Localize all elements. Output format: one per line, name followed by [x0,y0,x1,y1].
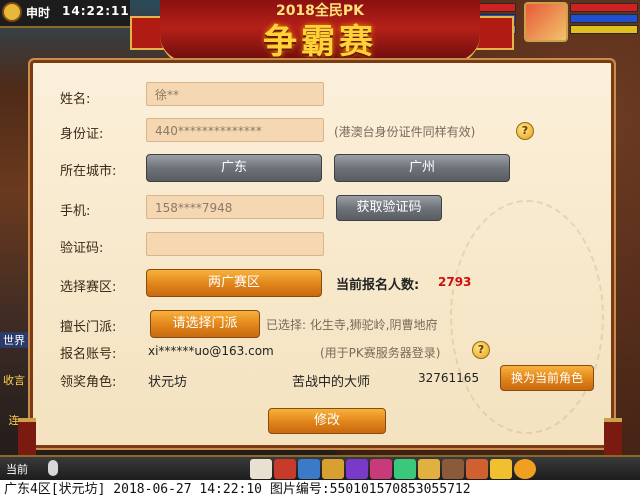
screenshot-caption: 广东4区[状元坊] 2018-06-27 14:22:10 图片编号:55010… [0,480,640,500]
item-slot-icon[interactable] [442,459,464,479]
code-label: 验证码: [60,241,104,256]
item-slot-icon[interactable] [490,459,512,479]
id-field[interactable]: 440************** [146,118,324,142]
item-slot-icon[interactable] [346,459,368,479]
name-label: 姓名: [60,92,91,107]
item-slot-icon[interactable] [466,459,488,479]
item-slot-icon[interactable] [418,459,440,479]
sun-icon [4,4,20,20]
game-clock: 申时 14:22:11 [0,0,130,28]
city-label: 所在城市: [60,164,117,179]
modify-button[interactable]: 修改 [268,408,386,434]
help-icon[interactable]: ? [472,341,490,359]
phone-field[interactable]: 158****7948 [146,195,324,219]
channel-world-tab[interactable]: 世界 [0,332,28,348]
count-label: 当前报名人数: [336,278,420,293]
dragon-decoration [450,200,604,434]
banner-title: 争霸赛 [263,22,377,62]
event-banner: 2018全民PK 争霸赛 [160,0,480,65]
item-slot-icon[interactable] [274,459,296,479]
player-portrait-icon[interactable] [524,2,568,42]
clock-time: 14:22:11 [62,4,130,18]
side-collect-text: 收言 [3,374,25,387]
province-select[interactable]: 广东 [146,154,322,182]
item-slot-icon[interactable] [322,459,344,479]
id-note: (港澳台身份证件同样有效) [334,125,476,139]
item-slot-icon[interactable] [370,459,392,479]
school-selected: 已选择: 化生寺,狮驼岭,阴曹地府 [266,318,438,332]
item-slot-icon[interactable] [250,459,272,479]
item-slot-icon[interactable] [394,459,416,479]
zone-select[interactable]: 两广赛区 [146,269,322,297]
role-name: 状元坊 [148,375,188,390]
get-code-button[interactable]: 获取验证码 [336,195,442,221]
emote-icon[interactable] [514,459,536,479]
school-label: 擅长门派: [60,320,117,335]
clock-period: 申时 [26,6,51,20]
account-label: 报名账号: [60,347,117,362]
mic-icon[interactable] [48,460,58,476]
channel-current-tab[interactable]: 当前 [6,461,28,477]
help-icon[interactable]: ? [516,122,534,140]
zone-label: 选择赛区: [60,280,117,295]
name-field[interactable]: 徐** [146,82,324,106]
bottom-toolbar: 当前 [0,455,640,482]
role-label: 领奖角色: [60,375,117,390]
city-select[interactable]: 广州 [334,154,510,182]
quick-item-bar [250,459,536,481]
player-status-bars [570,3,638,34]
registration-count: 2793 [438,275,472,289]
role-id: 32761165 [418,371,480,385]
registration-panel: 姓名: 徐** 身份证: 440************** (港澳台身份证件同… [28,58,616,450]
item-slot-icon[interactable] [298,459,320,479]
account-note: (用于PK赛服务器登录) [320,346,441,360]
phone-label: 手机: [60,204,91,219]
account-value: xi******uo@163.com [148,344,274,358]
role-title: 苦战中的大师 [292,375,371,390]
code-field[interactable] [146,232,324,256]
choose-school-button[interactable]: 请选择门派 [150,310,260,338]
id-label: 身份证: [60,127,104,142]
switch-role-button[interactable]: 换为当前角色 [500,365,594,391]
